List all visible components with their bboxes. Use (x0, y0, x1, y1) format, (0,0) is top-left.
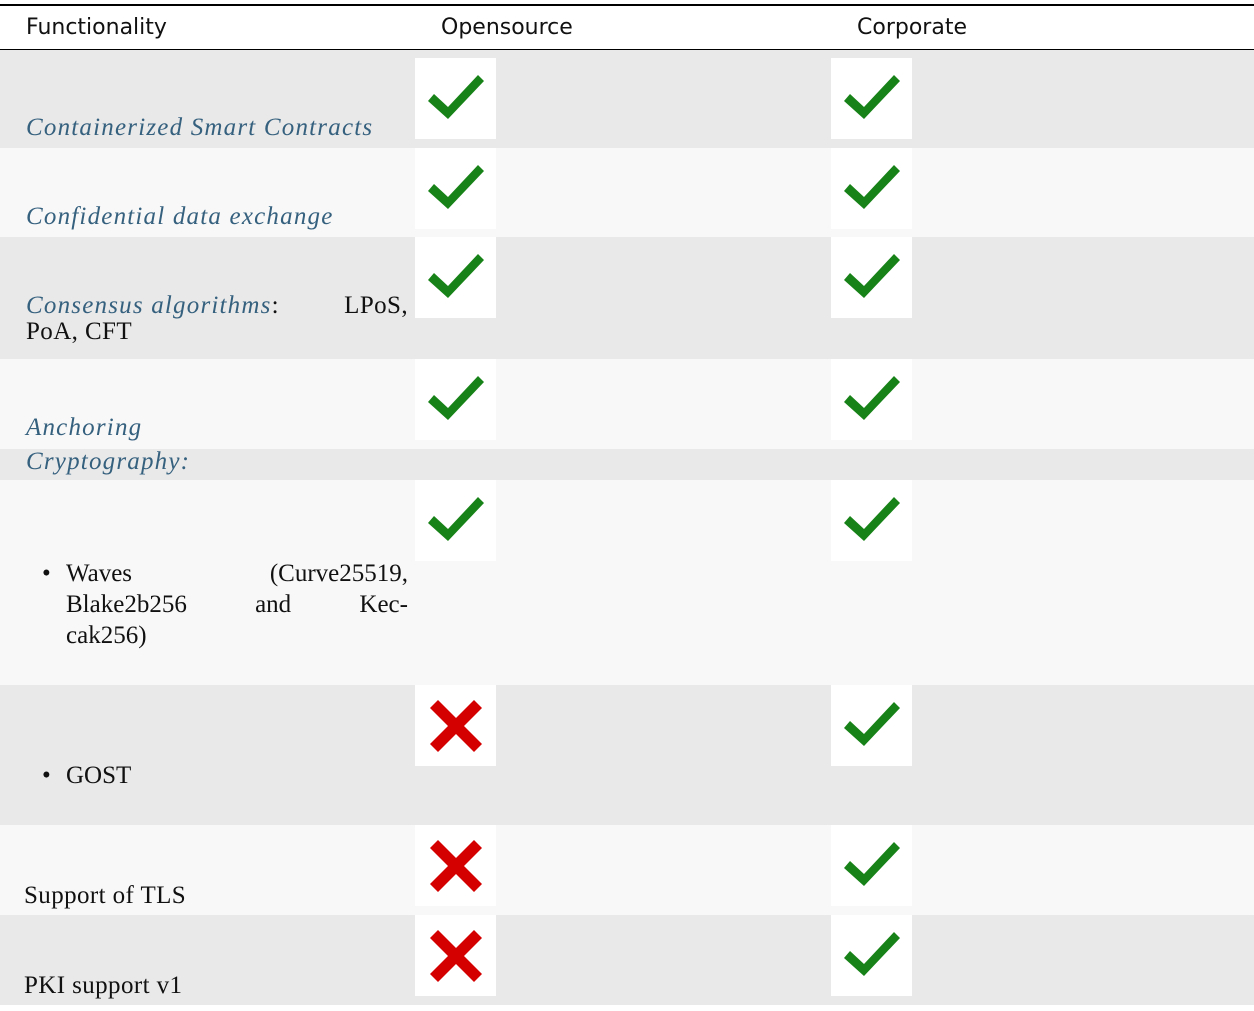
header-functionality: Functionality (26, 15, 167, 40)
checkmark-icon (831, 825, 912, 906)
consensus-lpos: LPoS, (344, 292, 408, 319)
table-row: PKI support v1 (0, 915, 1254, 1005)
cross-icon (415, 825, 496, 906)
label-pki-support-v1: PKI support v1 (24, 972, 183, 999)
checkmark-icon (415, 359, 496, 440)
checkmark-icon (831, 915, 912, 996)
header-corporate: Corporate (857, 15, 967, 40)
checkmark-icon (415, 58, 496, 139)
checkmark-icon (415, 148, 496, 229)
table-row: Anchoring (0, 359, 1254, 449)
table-row: Containerized Smart Contracts (0, 50, 1254, 148)
checkmark-icon (831, 685, 912, 766)
table-row: Cryptography: (0, 448, 1254, 480)
link-confidential-data-exchange[interactable]: Confidential data exchange (26, 203, 334, 231)
checkmark-icon (415, 480, 496, 561)
bullet-gost: • GOST (42, 762, 132, 789)
bullet-waves: • Waves (Curve25519, Blake2b256 and Kec-… (42, 560, 408, 649)
checkmark-icon (831, 58, 912, 139)
link-anchoring[interactable]: Anchoring (26, 414, 142, 442)
checkmark-icon (831, 480, 912, 561)
table-row: Consensus algorithms: LPoS, PoA, CFT (0, 237, 1254, 359)
checkmark-icon (831, 237, 912, 318)
link-cryptography[interactable]: Cryptography: (26, 448, 190, 476)
table-row: Support of TLS (0, 825, 1254, 915)
cross-icon (415, 915, 496, 996)
feature-comparison-table: Functionality Opensource Corporate Conta… (0, 4, 1254, 1005)
colon: : (271, 292, 279, 319)
table-row: Confidential data exchange (0, 148, 1254, 237)
link-consensus-algorithms[interactable]: Consensus algorithms (26, 292, 272, 319)
label-support-of-tls: Support of TLS (24, 882, 187, 909)
consensus-line2: PoA, CFT (26, 318, 133, 345)
table-header: Functionality Opensource Corporate (0, 6, 1254, 50)
table-row: • Waves (Curve25519, Blake2b256 and Kec-… (0, 480, 1254, 685)
checkmark-icon (831, 359, 912, 440)
checkmark-icon (831, 148, 912, 229)
cross-icon (415, 685, 496, 766)
header-opensource: Opensource (441, 15, 573, 40)
table-row: • GOST (0, 685, 1254, 825)
checkmark-icon (415, 237, 496, 318)
link-containerized-smart-contracts[interactable]: Containerized Smart Contracts (26, 114, 373, 142)
